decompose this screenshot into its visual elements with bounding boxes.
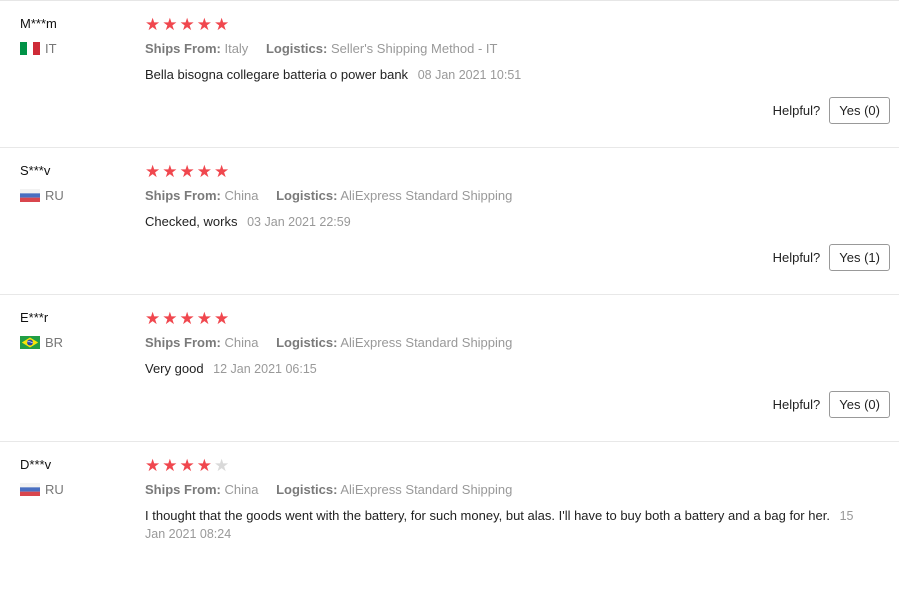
review-meta: Ships From: China Logistics: AliExpress … <box>145 335 512 350</box>
brazil-flag-icon <box>20 336 40 349</box>
review-item: D***v RU ★ ★ ★ ★ ★ Ships From: China Log… <box>0 442 899 589</box>
star-icon: ★ <box>214 162 230 181</box>
ships-from-label: Ships From: <box>145 188 221 203</box>
star-icon: ★ <box>179 456 195 475</box>
review-body: I thought that the goods went with the b… <box>145 507 865 543</box>
star-icon: ★ <box>145 456 161 475</box>
review-body: Checked, works 03 Jan 2021 22:59 <box>145 213 865 231</box>
star-icon: ★ <box>196 309 212 328</box>
reviews-list: M***m IT ★ ★ ★ ★ ★ Ships From: Italy Log… <box>0 0 899 552</box>
ships-from-value: Italy <box>224 41 249 56</box>
star-icon: ★ <box>196 162 212 181</box>
star-icon: ★ <box>145 15 161 34</box>
ships-from-label: Ships From: <box>145 41 221 56</box>
star-empty-icon: ★ <box>214 456 230 475</box>
ships-from-value: China <box>224 482 259 497</box>
country-code: RU <box>45 188 64 203</box>
reviewer-country: IT <box>20 41 57 56</box>
logistics-label: Logistics: <box>265 41 328 56</box>
logistics-value: Seller's Shipping Method - IT <box>330 41 498 56</box>
reviewer-country: RU <box>20 482 64 497</box>
review-text: Very good <box>145 361 204 376</box>
logistics-value: AliExpress Standard Shipping <box>340 188 513 203</box>
review-date: 03 Jan 2021 22:59 <box>247 215 351 229</box>
russia-flag-icon <box>20 189 40 202</box>
star-icon: ★ <box>214 15 230 34</box>
ships-from-value: China <box>224 335 259 350</box>
helpful-yes-button[interactable]: Yes (0) <box>829 391 890 418</box>
star-icon: ★ <box>162 162 178 181</box>
star-icon: ★ <box>179 15 195 34</box>
star-icon: ★ <box>162 309 178 328</box>
review-item: M***m IT ★ ★ ★ ★ ★ Ships From: Italy Log… <box>0 1 899 148</box>
ships-from-label: Ships From: <box>145 335 221 350</box>
logistics-label: Logistics: <box>276 188 338 203</box>
logistics-value: AliExpress Standard Shipping <box>340 335 513 350</box>
helpful-label: Helpful? <box>772 103 821 118</box>
reviewer-country: RU <box>20 188 64 203</box>
helpful-section: Helpful? Yes (1) <box>773 244 890 271</box>
country-code: IT <box>45 41 57 56</box>
ships-from-label: Ships From: <box>145 482 221 497</box>
logistics-label: Logistics: <box>276 335 338 350</box>
review-date: 12 Jan 2021 06:15 <box>213 362 317 376</box>
helpful-section: Helpful? Yes (0) <box>773 97 890 124</box>
helpful-label: Helpful? <box>772 250 821 265</box>
star-rating: ★ ★ ★ ★ ★ <box>145 15 229 35</box>
helpful-yes-button[interactable]: Yes (0) <box>829 97 890 124</box>
reviewer-name: E***r <box>20 310 49 325</box>
star-icon: ★ <box>214 309 230 328</box>
russia-flag-icon <box>20 483 40 496</box>
logistics-label: Logistics: <box>276 482 338 497</box>
logistics-value: AliExpress Standard Shipping <box>340 482 513 497</box>
reviewer-name: M***m <box>20 16 57 31</box>
review-meta: Ships From: China Logistics: AliExpress … <box>145 188 512 203</box>
reviewer-name: D***v <box>20 457 52 472</box>
review-meta: Ships From: Italy Logistics: Seller's Sh… <box>145 41 497 56</box>
helpful-label: Helpful? <box>772 397 821 412</box>
star-icon: ★ <box>179 162 195 181</box>
country-code: BR <box>45 335 64 350</box>
helpful-yes-button[interactable]: Yes (1) <box>829 244 890 271</box>
star-icon: ★ <box>162 456 178 475</box>
review-body: Bella bisogna collegare batteria o power… <box>145 66 865 84</box>
review-item: E***r BR ★ ★ ★ ★ ★ Ships From: China Log… <box>0 295 899 442</box>
country-code: RU <box>45 482 64 497</box>
review-item: S***v RU ★ ★ ★ ★ ★ Ships From: China Log… <box>0 148 899 295</box>
star-rating: ★ ★ ★ ★ ★ <box>145 456 229 476</box>
reviewer-name: S***v <box>20 163 51 178</box>
ships-from-value: China <box>224 188 259 203</box>
review-text: Bella bisogna collegare batteria o power… <box>145 67 409 82</box>
review-body: Very good 12 Jan 2021 06:15 <box>145 360 865 378</box>
star-icon: ★ <box>196 15 212 34</box>
star-rating: ★ ★ ★ ★ ★ <box>145 309 229 329</box>
review-date: 08 Jan 2021 10:51 <box>417 68 522 82</box>
star-icon: ★ <box>145 162 161 181</box>
helpful-section: Helpful? Yes (0) <box>773 391 890 418</box>
star-rating: ★ ★ ★ ★ ★ <box>145 162 229 182</box>
review-meta: Ships From: China Logistics: AliExpress … <box>145 482 512 497</box>
reviewer-country: BR <box>20 335 63 350</box>
italy-flag-icon <box>20 42 40 55</box>
star-icon: ★ <box>196 456 212 475</box>
review-text: Checked, works <box>145 214 238 229</box>
star-icon: ★ <box>145 309 161 328</box>
star-icon: ★ <box>179 309 195 328</box>
star-icon: ★ <box>162 15 178 34</box>
review-text: I thought that the goods went with the b… <box>145 508 830 523</box>
